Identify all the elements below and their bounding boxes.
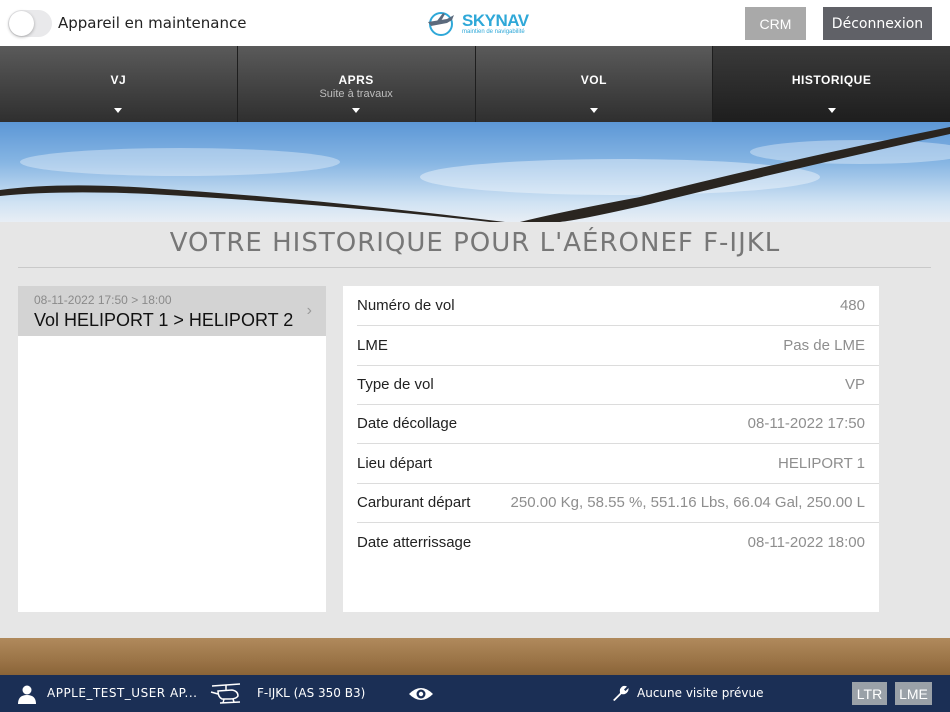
detail-row: Numéro de vol 480 bbox=[343, 286, 879, 326]
flight-details: Numéro de vol 480 LME Pas de LME Type de… bbox=[343, 286, 879, 612]
detail-label: Date atterrissage bbox=[357, 534, 472, 551]
aircraft-label[interactable]: F-IJKL (AS 350 B3) bbox=[257, 686, 365, 700]
detail-label: Type de vol bbox=[357, 376, 434, 393]
visit-status: Aucune visite prévue bbox=[637, 686, 764, 700]
helicopter-icon bbox=[210, 683, 241, 704]
detail-row: Date atterrissage 08-11-2022 18:00 bbox=[343, 523, 879, 563]
tab-sublabel: Suite à travaux bbox=[319, 88, 393, 100]
logout-button[interactable]: Déconnexion bbox=[823, 7, 932, 40]
tab-label: VOL bbox=[580, 73, 607, 87]
caret-down-icon bbox=[114, 108, 123, 113]
lme-button[interactable]: LME bbox=[895, 682, 932, 705]
detail-row: Lieu départ HELIPORT 1 bbox=[343, 444, 879, 484]
top-bar: Appareil en maintenance SKYNAV maintien … bbox=[0, 0, 950, 46]
detail-label: Date décollage bbox=[357, 415, 458, 432]
detail-value: 08-11-2022 17:50 bbox=[747, 415, 865, 432]
detail-label: Numéro de vol bbox=[357, 297, 455, 314]
rotor-blade-image bbox=[0, 127, 950, 222]
user-icon bbox=[18, 685, 36, 704]
logo-tagline: maintien de navigabilité bbox=[462, 29, 525, 35]
tab-label: VJ bbox=[110, 73, 127, 87]
ground-background bbox=[0, 638, 950, 675]
tab-vol[interactable]: VOL bbox=[475, 46, 714, 122]
caret-down-icon bbox=[827, 108, 836, 113]
flight-route: Vol HELIPORT 1 > HELIPORT 2 bbox=[34, 310, 294, 330]
detail-row: LME Pas de LME bbox=[343, 326, 879, 366]
caret-down-icon bbox=[589, 108, 598, 113]
detail-value: Pas de LME bbox=[783, 337, 865, 354]
ltr-button[interactable]: LTR bbox=[852, 682, 887, 705]
maintenance-toggle[interactable] bbox=[8, 10, 52, 37]
tab-vj[interactable]: VJ bbox=[0, 46, 238, 122]
current-user[interactable]: APPLE_TEST_USER AP... bbox=[47, 686, 197, 700]
detail-value: 480 bbox=[839, 297, 865, 314]
detail-value: HELIPORT 1 bbox=[778, 455, 865, 472]
page-title: VOTRE HISTORIQUE POUR L'AÉRONEF F-IJKL bbox=[169, 228, 781, 258]
maintenance-label: Appareil en maintenance bbox=[58, 14, 247, 32]
detail-row: Date décollage 08-11-2022 17:50 bbox=[343, 404, 879, 444]
detail-value: 250.00 Kg, 58.55 %, 551.16 Lbs, 66.04 Ga… bbox=[510, 494, 865, 511]
detail-label: LME bbox=[357, 337, 388, 354]
wrench-icon bbox=[613, 685, 629, 701]
detail-row: Type de vol VP bbox=[343, 365, 879, 405]
detail-value: VP bbox=[844, 376, 865, 393]
detail-label: Lieu départ bbox=[357, 455, 433, 472]
sky-banner bbox=[0, 122, 950, 222]
caret-down-icon bbox=[352, 108, 361, 113]
logo-brand: SKYNAV bbox=[462, 11, 529, 30]
status-bar: APPLE_TEST_USER AP... F-IJKL (AS 350 B3)… bbox=[0, 675, 950, 712]
tab-aprs[interactable]: APRS Suite à travaux bbox=[237, 46, 476, 122]
tab-label: APRS bbox=[338, 73, 374, 87]
title-divider bbox=[18, 267, 931, 268]
eye-icon[interactable] bbox=[408, 685, 434, 703]
main-tabs: VJ APRS Suite à travaux VOL HISTORIQUE bbox=[0, 46, 950, 122]
flight-date: 08-11-2022 17:50 > 18:00 bbox=[34, 293, 172, 307]
logo-plane-icon bbox=[428, 12, 454, 36]
toggle-knob bbox=[9, 11, 34, 36]
detail-row: Carburant départ 250.00 Kg, 58.55 %, 551… bbox=[343, 483, 879, 523]
flight-list-item[interactable]: 08-11-2022 17:50 > 18:00 Vol HELIPORT 1 … bbox=[18, 286, 326, 336]
detail-label: Carburant départ bbox=[357, 494, 471, 511]
tab-label: HISTORIQUE bbox=[791, 73, 872, 87]
crm-button[interactable]: CRM bbox=[745, 7, 806, 40]
detail-value: 08-11-2022 18:00 bbox=[747, 534, 865, 551]
tab-historique[interactable]: HISTORIQUE bbox=[713, 46, 950, 122]
flight-list: 08-11-2022 17:50 > 18:00 Vol HELIPORT 1 … bbox=[18, 286, 326, 612]
skynav-logo: SKYNAV maintien de navigabilité bbox=[425, 9, 535, 37]
chevron-right-icon: › bbox=[306, 302, 312, 319]
